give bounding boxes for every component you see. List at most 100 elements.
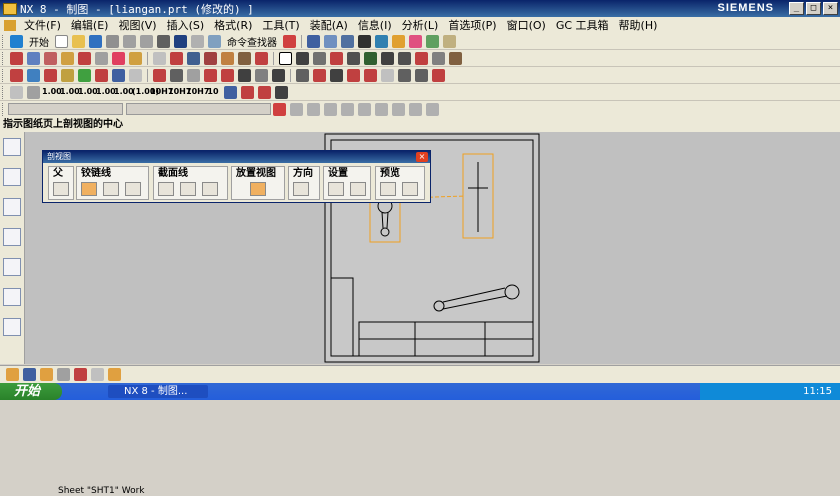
toolbar-grip[interactable] xyxy=(2,34,5,48)
hinge-vector-icon[interactable] xyxy=(103,182,119,196)
arc-center-icon[interactable] xyxy=(358,102,371,116)
control-point-icon[interactable] xyxy=(324,102,337,116)
web-browser-icon[interactable] xyxy=(3,228,21,246)
menu-file[interactable]: 文件(F) xyxy=(19,17,66,33)
menu-help[interactable]: 帮助(H) xyxy=(614,17,663,33)
symbol-style-icon[interactable] xyxy=(224,85,237,99)
rotate-view-icon[interactable] xyxy=(108,368,121,381)
point-icon[interactable] xyxy=(296,68,309,82)
window-icon[interactable] xyxy=(381,68,394,82)
quadrant-icon[interactable] xyxy=(375,102,388,116)
align-view-icon[interactable] xyxy=(204,51,217,65)
style-settings-icon[interactable] xyxy=(328,182,344,196)
command-finder-button[interactable]: 命令查找器 xyxy=(227,34,277,49)
align-annotation-icon[interactable] xyxy=(27,85,40,99)
toolbar-grip[interactable] xyxy=(2,68,5,82)
xyz-icon[interactable] xyxy=(347,68,360,82)
perpendicular-dim-icon[interactable] xyxy=(78,68,91,82)
hatch-icon[interactable] xyxy=(241,85,254,99)
save-icon[interactable] xyxy=(89,34,102,48)
inferred-dim-icon[interactable] xyxy=(10,68,23,82)
render-style-icon[interactable] xyxy=(341,34,354,48)
copy-view-icon[interactable] xyxy=(23,368,36,381)
print-icon[interactable] xyxy=(398,68,411,82)
start-menu-button[interactable]: 开始 xyxy=(0,383,62,400)
move-icon[interactable] xyxy=(57,368,70,381)
layer-icon[interactable] xyxy=(375,34,388,48)
maximize-button[interactable]: □ xyxy=(806,2,821,15)
table-icon[interactable] xyxy=(398,51,411,65)
ruler-icon[interactable] xyxy=(443,34,456,48)
existing-point-icon[interactable] xyxy=(392,102,405,116)
view-style-icon[interactable] xyxy=(187,51,200,65)
parts-list-icon[interactable] xyxy=(415,51,428,65)
new-file-icon[interactable] xyxy=(55,34,68,48)
radius-dim-icon[interactable] xyxy=(187,68,200,82)
endpoint-icon[interactable] xyxy=(290,102,303,116)
delete-icon[interactable] xyxy=(157,34,170,48)
markup-icon[interactable] xyxy=(432,68,445,82)
cut-icon[interactable] xyxy=(106,34,119,48)
base-view-icon[interactable] xyxy=(27,51,40,65)
projected-view-icon[interactable] xyxy=(44,51,57,65)
part-navigator-icon[interactable] xyxy=(3,138,21,156)
close-button[interactable]: × xyxy=(823,2,838,15)
shade-icon[interactable] xyxy=(358,34,371,48)
menu-tools[interactable]: 工具(T) xyxy=(257,17,304,33)
horizontal-dim-icon[interactable] xyxy=(27,68,40,82)
datum-icon[interactable] xyxy=(313,51,326,65)
undo-icon[interactable] xyxy=(174,34,187,48)
menu-gc-toolkit[interactable]: GC 工具箱 xyxy=(551,17,614,33)
menu-assembly[interactable]: 装配(A) xyxy=(305,17,353,33)
roles-icon[interactable] xyxy=(3,318,21,336)
edit-view-icon[interactable] xyxy=(221,51,234,65)
midpoint-icon[interactable] xyxy=(307,102,320,116)
vertical-dim-icon[interactable] xyxy=(44,68,57,82)
paste-annotation-icon[interactable] xyxy=(10,85,23,99)
pan-icon[interactable] xyxy=(91,368,104,381)
display-icon[interactable] xyxy=(409,34,422,48)
paste-icon[interactable] xyxy=(140,34,153,48)
tolerance-style-1[interactable]: 1.00 xyxy=(42,88,62,96)
snap-point-icon[interactable] xyxy=(273,102,286,116)
grid-icon[interactable] xyxy=(426,34,439,48)
tolerance-style-6[interactable]: (1.00) xyxy=(132,88,159,96)
menu-window[interactable]: 窗口(O) xyxy=(502,17,551,33)
history-icon[interactable] xyxy=(3,258,21,276)
menu-preferences[interactable]: 首选项(P) xyxy=(443,17,501,33)
place-view-icon[interactable] xyxy=(250,182,266,196)
breakout-view-icon[interactable] xyxy=(129,51,142,65)
dependent-edit-icon[interactable] xyxy=(255,51,268,65)
note-icon[interactable] xyxy=(279,51,292,65)
redo-icon[interactable] xyxy=(191,34,204,48)
tolerance-style-5[interactable]: 1.00 xyxy=(114,88,134,96)
orientation-dropdown-icon[interactable] xyxy=(293,182,309,196)
quick-access-icon[interactable] xyxy=(6,368,19,381)
cut-position-icon[interactable] xyxy=(158,182,174,196)
menu-view[interactable]: 视图(V) xyxy=(113,17,161,33)
centerline-icon[interactable] xyxy=(170,51,183,65)
image-icon[interactable] xyxy=(432,51,445,65)
section-view-icon[interactable] xyxy=(78,51,91,65)
dialog-close-button[interactable]: × xyxy=(416,152,428,162)
view-boundary-icon[interactable] xyxy=(238,51,251,65)
toolbar-grip[interactable] xyxy=(2,51,5,65)
update-view-icon[interactable] xyxy=(153,51,166,65)
settings-gear-icon[interactable] xyxy=(415,68,428,82)
taskbar-nx-item[interactable]: NX 8 - 制图... xyxy=(108,385,208,398)
zoom-icon[interactable] xyxy=(74,368,87,381)
section-edit-icon[interactable] xyxy=(180,182,196,196)
fit-view-icon[interactable] xyxy=(324,34,337,48)
open-folder-icon[interactable] xyxy=(72,34,85,48)
line-icon[interactable] xyxy=(313,68,326,82)
symbol-icon[interactable] xyxy=(330,51,343,65)
tolerance-style-3[interactable]: 1.00 xyxy=(78,88,98,96)
fit-style-1[interactable]: 10H7 xyxy=(150,88,173,96)
arc-icon[interactable] xyxy=(330,68,343,82)
revolved-section-icon[interactable] xyxy=(112,51,125,65)
point-on-face-icon[interactable] xyxy=(426,102,439,116)
constraint-navigator-icon[interactable] xyxy=(3,198,21,216)
open-icon[interactable] xyxy=(40,368,53,381)
baseline-dim-icon[interactable] xyxy=(272,68,285,82)
scope-dropdown[interactable] xyxy=(126,103,271,115)
